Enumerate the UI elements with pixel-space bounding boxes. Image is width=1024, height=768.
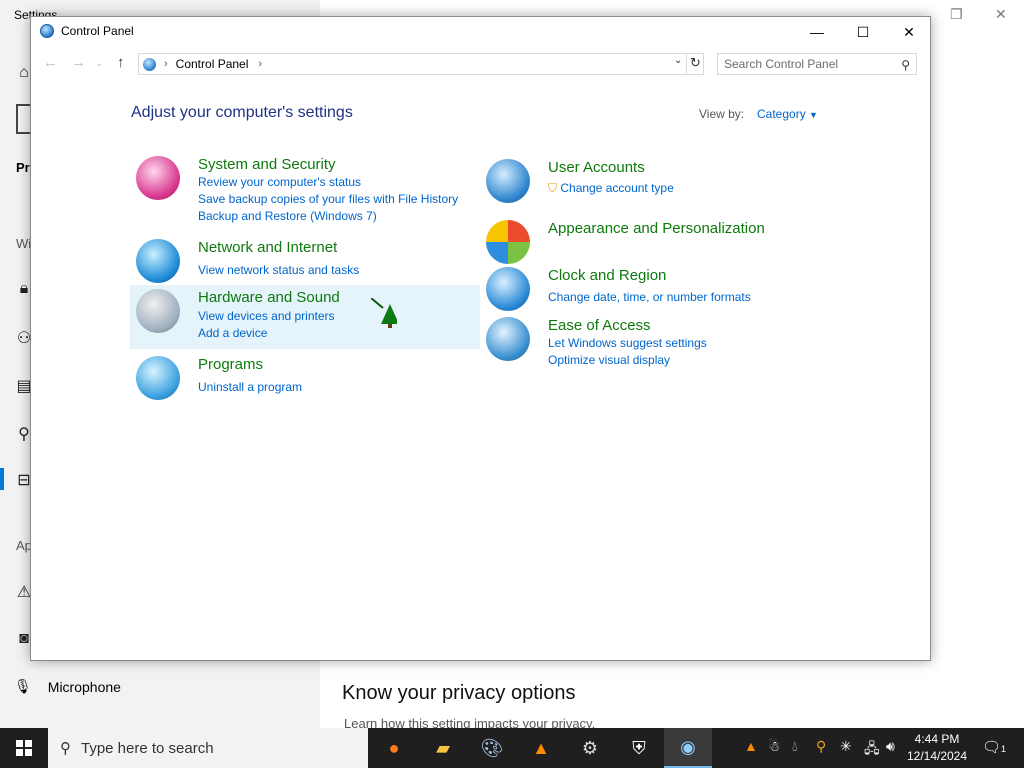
file-explorer-icon[interactable]: ▰ [419,728,467,768]
taskbar-search-placeholder: Type here to search [81,739,214,757]
view-by-dropdown[interactable]: Category ▼ [757,107,818,121]
page-title: Adjust your computer's settings [131,104,353,121]
link-file-history[interactable]: Save backup copies of your files with Fi… [198,192,458,206]
recent-locations-chevron-icon[interactable]: ⌄ [95,58,103,69]
link-devices-printers[interactable]: View devices and printers [198,309,335,323]
up-button[interactable]: ↑ [117,54,125,71]
control-panel-taskbar-icon[interactable]: ◉ [664,728,712,768]
category-title[interactable]: Ease of Access [548,317,651,334]
settings-restore-icon[interactable]: ❐ [950,6,963,23]
search-icon[interactable]: ⚲ [901,55,910,75]
notification-count: 1 [1001,744,1007,754]
firefox-icon[interactable]: ● [370,728,418,768]
ease-of-access-icon [486,317,530,361]
link-network-status[interactable]: View network status and tasks [198,263,359,277]
vlc-tray-icon[interactable]: ▲ [744,738,758,754]
link-windows-suggest[interactable]: Let Windows suggest settings [548,336,707,350]
navigation-bar: ← → ⌄ ↑ › Control Panel › ⌄ ↻ Search Con… [31,51,930,77]
security-shield-icon[interactable]: ⛨ [615,728,663,768]
people-tray-icon[interactable]: ☃ [768,738,781,755]
system-clock[interactable]: 4:44 PM 12/14/2024 [905,731,969,765]
search-icon: ⚲ [60,740,71,757]
link-date-time-formats[interactable]: Change date, time, or number formats [548,290,751,304]
close-button[interactable]: ✕ [886,17,932,47]
control-panel-window: Control Panel — ☐ ✕ ← → ⌄ ↑ › Control Pa… [30,16,931,661]
link-uninstall-program[interactable]: Uninstall a program [198,380,302,394]
search-input[interactable]: Search Control Panel ⚲ [717,53,917,75]
vlc-icon[interactable]: ▲ [517,728,565,768]
forward-button[interactable]: → [71,54,86,71]
link-backup-restore[interactable]: Backup and Restore (Windows 7) [198,209,377,223]
search-placeholder: Search Control Panel [724,57,839,71]
programs-icon [136,356,180,400]
category-title[interactable]: System and Security [198,156,336,173]
printer-speaker-icon [136,289,180,333]
breadcrumb-separator-icon[interactable]: › [164,58,168,70]
control-panel-icon [143,57,156,71]
breadcrumb-separator-icon[interactable]: › [258,58,262,70]
sidebar-item-microphone[interactable]: 🎙︎ Microphone [14,678,121,695]
privacy-subtext[interactable]: Learn how this setting impacts your priv… [344,716,595,728]
sidebar-item-label: Microphone [47,678,121,695]
sidebar-section-fragment: Wi [16,236,32,251]
control-panel-icon [40,24,54,38]
shield-key-icon [136,156,180,200]
dropdown-arrow-icon: ▼ [809,110,818,120]
windows-logo-icon [16,740,32,756]
category-title[interactable]: Hardware and Sound [198,289,340,306]
settings-gear-icon[interactable]: ⚙ [566,728,614,768]
network-tray-icon[interactable]: 🖧︎ [864,738,880,762]
category-title[interactable]: Clock and Region [548,267,666,284]
search-tray-icon[interactable]: ⚲ [816,738,826,755]
clock-date: 12/14/2024 [906,749,968,763]
window-title: Control Panel [61,24,134,38]
appearance-icon [486,220,530,264]
paint-icon[interactable]: 🎨︎ [468,728,516,768]
breadcrumb-control-panel[interactable]: Control Panel [176,57,249,71]
category-title[interactable]: Appearance and Personalization [548,220,765,237]
volume-icon[interactable]: 🔊︎ [886,738,895,755]
link-optimize-display[interactable]: Optimize visual display [548,353,670,367]
uac-shield-icon: ⛉ [548,181,558,195]
start-button[interactable] [0,728,48,768]
category-title[interactable]: User Accounts [548,159,645,176]
back-button[interactable]: ← [43,54,58,71]
user-accounts-icon [486,159,530,203]
view-by-label: View by: [699,107,745,121]
christmas-tree-cursor-icon [371,298,397,328]
privacy-heading: Know your privacy options [342,682,576,704]
microphone-icon: 🎙︎ [14,678,32,694]
address-dropdown-icon[interactable]: ⌄ [674,55,682,66]
link-review-status[interactable]: Review your computer's status [198,175,361,189]
clock-globe-icon [486,267,530,311]
minimize-button[interactable]: — [794,17,840,47]
category-title[interactable]: Programs [198,356,263,373]
settings-close-icon[interactable]: ✕ [995,6,1007,23]
link-change-account-type[interactable]: ⛉ Change account type [548,181,674,196]
brightness-tray-icon[interactable]: ✳ [840,738,852,755]
maximize-button[interactable]: ☐ [840,17,886,47]
taskbar-search-input[interactable]: ⚲ Type here to search [48,728,368,768]
notification-center-icon[interactable]: 🗨︎1 [982,738,1006,756]
link-add-device[interactable]: Add a device [198,326,267,340]
clock-time: 4:44 PM [914,732,960,746]
selected-indicator [0,468,4,490]
refresh-button[interactable]: ↻ [686,53,704,75]
address-bar[interactable]: › Control Panel › [138,53,704,75]
globe-network-icon [136,239,180,283]
category-title[interactable]: Network and Internet [198,239,337,256]
drop-tray-icon[interactable]: 💧︎ [792,738,798,755]
title-bar[interactable]: Control Panel — ☐ ✕ [31,17,930,47]
taskbar: ⚲ Type here to search ● ▰ 🎨︎ ▲ ⚙ ⛨ ◉ ▲ ☃… [0,728,1024,768]
